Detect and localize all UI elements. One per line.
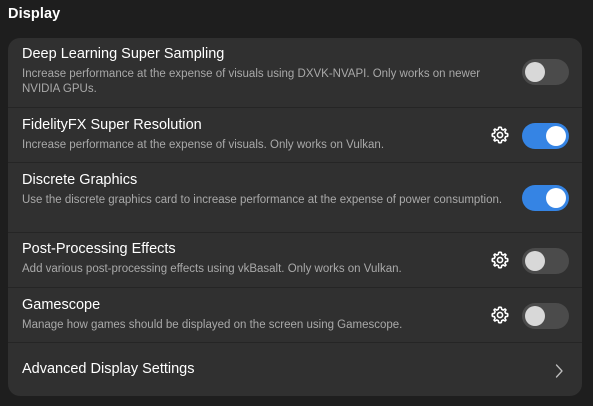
fsr-toggle[interactable] bbox=[522, 123, 569, 149]
gamescope-toggle[interactable] bbox=[522, 303, 569, 329]
row-title-fsr: FidelityFX Super Resolution bbox=[22, 117, 202, 133]
row-post-processing: Post-Processing Effects Add various post… bbox=[8, 233, 582, 288]
row-title-post-processing: Post-Processing Effects bbox=[22, 241, 176, 257]
row-title-advanced-display: Advanced Display Settings bbox=[22, 361, 195, 377]
row-subtitle-post-processing: Add various post-processing effects usin… bbox=[22, 263, 402, 275]
chevron-right-icon bbox=[555, 364, 563, 378]
row-title-discrete-graphics: Discrete Graphics bbox=[22, 172, 138, 188]
row-discrete-graphics: Discrete Graphics Use the discrete graph… bbox=[8, 163, 582, 233]
toggle-knob bbox=[525, 306, 545, 326]
row-subtitle-fsr: Increase performance at the expense of v… bbox=[22, 139, 385, 151]
row-title-gamescope: Gamescope bbox=[22, 297, 101, 313]
post-processing-toggle[interactable] bbox=[522, 248, 569, 274]
row-gamescope: Gamescope Manage how games should be dis… bbox=[8, 288, 582, 343]
post-processing-settings-gear-icon[interactable] bbox=[490, 250, 510, 270]
dlss-toggle[interactable] bbox=[522, 59, 569, 85]
fsr-settings-gear-icon[interactable] bbox=[490, 125, 510, 145]
toggle-knob bbox=[525, 62, 545, 82]
row-subtitle-gamescope: Manage how games should be displayed on … bbox=[22, 319, 403, 331]
toggle-knob bbox=[525, 251, 545, 271]
gamescope-settings-gear-icon[interactable] bbox=[490, 305, 510, 325]
advanced-display-settings-row[interactable]: Advanced Display Settings bbox=[8, 343, 582, 396]
display-settings-card: Deep Learning Super Sampling Increase pe… bbox=[8, 38, 582, 396]
row-subtitle-dlss: Increase performance at the expense of v… bbox=[22, 68, 481, 95]
discrete-graphics-toggle[interactable] bbox=[522, 185, 569, 211]
row-dlss: Deep Learning Super Sampling Increase pe… bbox=[8, 38, 582, 108]
toggle-knob bbox=[546, 126, 566, 146]
row-subtitle-discrete-graphics: Use the discrete graphics card to increa… bbox=[22, 194, 503, 206]
toggle-knob bbox=[546, 188, 566, 208]
row-title-dlss: Deep Learning Super Sampling bbox=[22, 46, 225, 62]
row-fsr: FidelityFX Super Resolution Increase per… bbox=[8, 108, 582, 163]
section-title: Display bbox=[8, 6, 61, 22]
